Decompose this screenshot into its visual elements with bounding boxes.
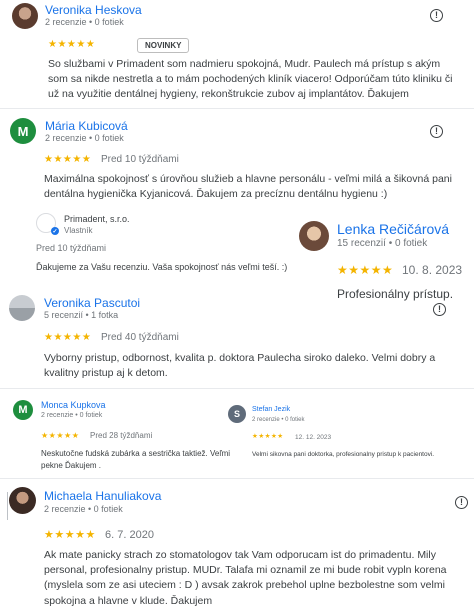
reviewer-name[interactable]: Stefan Jezik xyxy=(252,406,290,413)
avatar[interactable]: M xyxy=(10,118,36,144)
flag-icon[interactable]: ! xyxy=(433,303,446,316)
new-badge: NOVINKY xyxy=(137,38,190,53)
avatar[interactable] xyxy=(12,3,38,29)
owner-role: Vlastník xyxy=(64,226,93,235)
owner-reply-date: Pred 10 týždňami xyxy=(36,243,107,253)
owner-name: Primadent, s.r.o. xyxy=(64,214,130,224)
review-date: 12. 12. 2023 xyxy=(295,434,332,441)
reviewer-meta: 2 recenzie • 0 fotiek xyxy=(252,417,305,423)
avatar[interactable]: M xyxy=(13,400,33,420)
star-rating: ★★★★★ xyxy=(252,433,284,440)
reviewer-meta: 2 recenzie • 0 fotiek xyxy=(44,504,123,514)
review-date: 6. 7. 2020 xyxy=(105,529,154,541)
review-text: Ak mate panicky strach zo stomatologov t… xyxy=(44,549,447,607)
reviewer-name[interactable]: Veronika Heskova xyxy=(45,3,142,17)
star-rating: ★★★★★ xyxy=(44,529,96,541)
reviewer-meta: 5 recenzií • 1 fotka xyxy=(44,310,119,320)
reviewer-name[interactable]: Monca Kupkova xyxy=(41,400,106,410)
reviewer-meta: 2 recenzie • 0 fotiek xyxy=(45,17,124,27)
star-rating: ★★★★★ xyxy=(44,154,92,165)
reviewer-name[interactable]: Mária Kubicová xyxy=(45,119,128,133)
avatar-initial: M xyxy=(17,123,29,139)
avatar-initial: M xyxy=(18,404,28,416)
flag-icon[interactable]: ! xyxy=(430,125,443,138)
avatar[interactable] xyxy=(9,295,35,321)
avatar-initial: S xyxy=(233,409,240,419)
reviewer-name[interactable]: Michaela Hanuliakova xyxy=(44,489,161,503)
star-rating: ★★★★★ xyxy=(337,263,394,277)
review-text: Maximálna spokojnosť s úrovňou služieb a… xyxy=(44,173,452,201)
reviewer-name[interactable]: Lenka Rečičárová xyxy=(337,221,449,237)
star-rating: ★★★★★ xyxy=(41,431,80,440)
review-text: Vyborny pristup, odbornost, kvalita p. d… xyxy=(44,352,436,380)
review-text: Neskutočne fudská zubárka a sestrička ta… xyxy=(41,449,231,470)
reviewer-name[interactable]: Veronika Pascutoi xyxy=(44,296,140,310)
review-date: 10. 8. 2023 xyxy=(402,263,463,277)
owner-reply-text: Ďakujeme za Vašu recenziu. Vaša spokojno… xyxy=(36,262,288,272)
star-rating: ★★★★★ xyxy=(48,39,96,50)
review-text: Velmi sikovna pani doktorka, profesional… xyxy=(252,451,435,458)
divider xyxy=(7,492,8,520)
reviewer-meta: 2 recenzie • 0 fotiek xyxy=(45,133,124,143)
flag-icon[interactable]: ! xyxy=(455,496,468,509)
flag-icon[interactable]: ! xyxy=(430,9,443,22)
star-rating: ★★★★★ xyxy=(44,332,92,343)
review-text: Profesionálny prístup. xyxy=(337,287,454,301)
review-date: Pred 40 týždňami xyxy=(101,332,179,343)
review-text: So službami v Primadent som nadmieru spo… xyxy=(48,58,453,101)
verified-icon: ✓ xyxy=(51,227,59,235)
review-date: Pred 28 týždňami xyxy=(90,431,153,440)
avatar[interactable]: S xyxy=(228,405,246,423)
avatar[interactable] xyxy=(299,221,329,251)
reviewer-meta: 15 recenzií • 0 fotiek xyxy=(337,238,428,249)
review-date: Pred 10 týždňami xyxy=(101,154,179,165)
avatar[interactable] xyxy=(9,487,36,514)
reviewer-meta: 2 recenzie • 0 fotiek xyxy=(41,412,103,419)
